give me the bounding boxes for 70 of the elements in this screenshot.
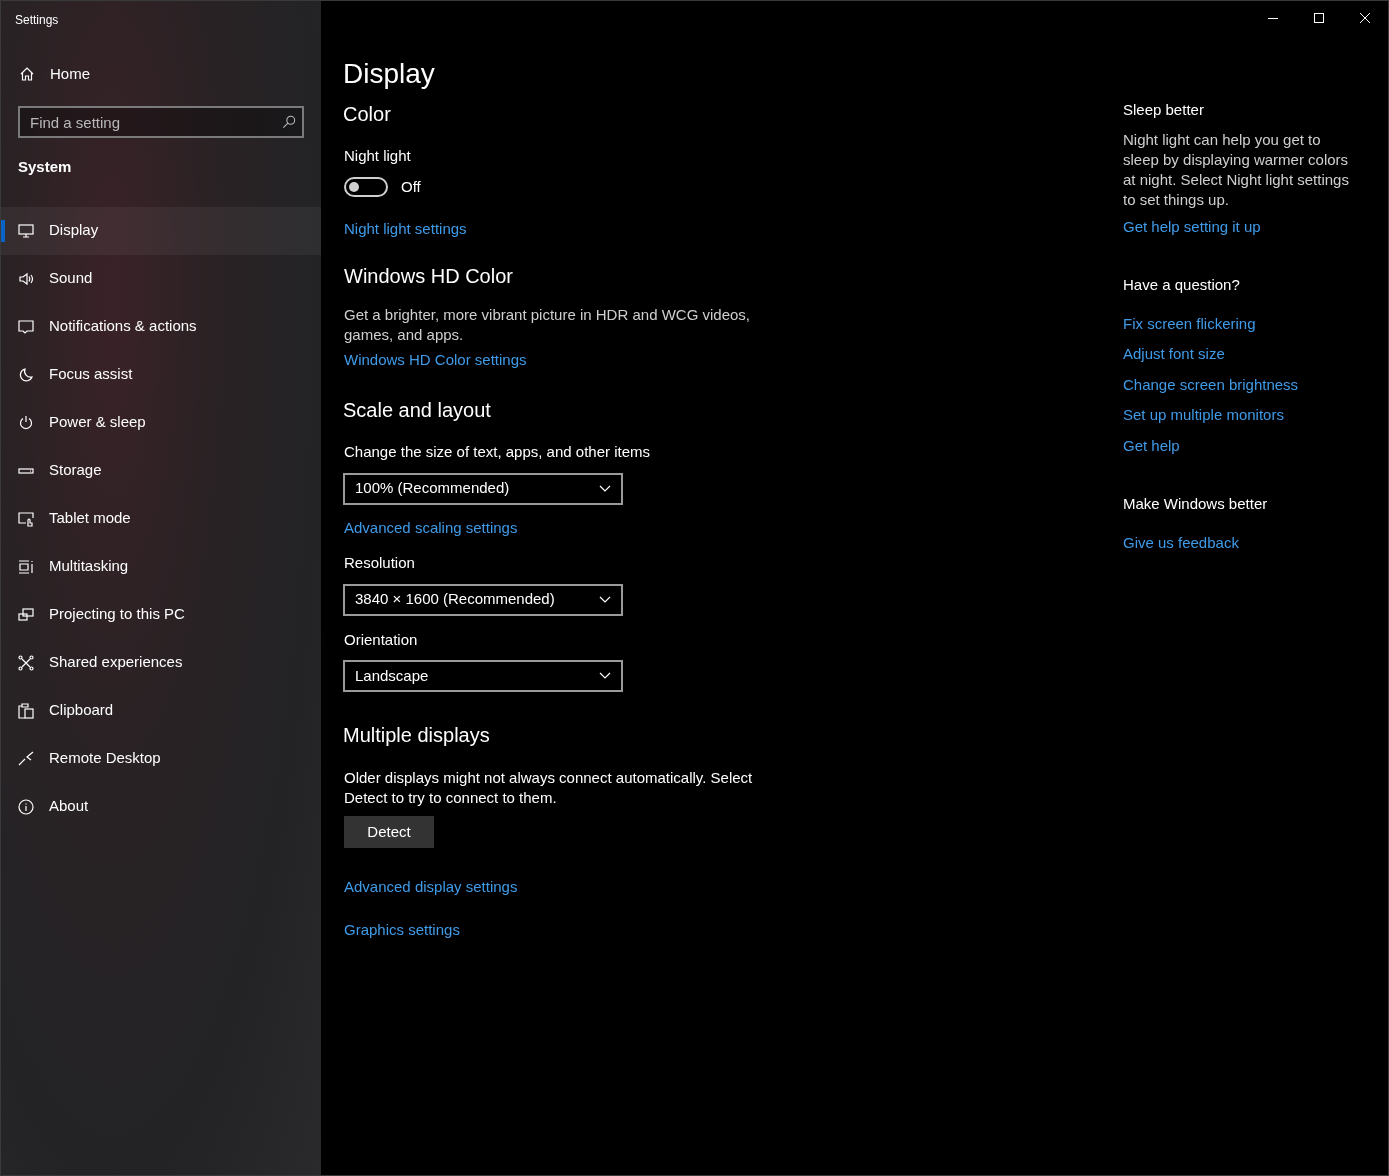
link[interactable]: Adjust font size — [1123, 343, 1225, 366]
description-text: Get a brighter, more vibrant picture in HDR and WCG videos, games, and apps. — [344, 304, 751, 345]
sidebar-item[interactable]: Clipboard — [1, 686, 321, 735]
sidebar-item[interactable]: Tablet mode — [1, 494, 321, 543]
monitor-icon — [18, 222, 34, 239]
field-label: Change the size of text, apps, and other items — [344, 442, 650, 462]
dropdown[interactable]: 100% (Recommended) — [343, 472, 623, 505]
minimize-icon — [1268, 17, 1278, 19]
field-label: Orientation — [344, 629, 418, 650]
tablet-icon — [18, 510, 34, 527]
window-title: Settings — [14, 12, 60, 29]
speaker-icon — [18, 270, 34, 287]
link[interactable]: Change screen brightness — [1123, 373, 1299, 396]
field-label: Resolution — [344, 553, 415, 573]
link[interactable]: Fix screen flickering — [1123, 312, 1256, 335]
sidebar-item[interactable]: Storage — [1, 446, 321, 495]
link[interactable]: Graphics settings — [344, 918, 460, 941]
home-item[interactable]: Home — [1, 54, 321, 94]
maximize-icon — [1314, 13, 1324, 23]
description-text: Older displays might not always connect automatically. Select Detect to try to connect to them. — [344, 768, 754, 808]
sidebar-item[interactable]: Focus assist — [1, 350, 321, 399]
section-heading: Windows HD Color — [344, 263, 513, 289]
aside-heading: Sleep better — [1123, 100, 1204, 120]
page-title: Display — [343, 57, 435, 91]
link[interactable]: Set up multiple monitors — [1123, 404, 1284, 427]
link[interactable]: Night light settings — [344, 218, 467, 241]
sidebar-item[interactable]: Notifications & actions — [1, 302, 321, 351]
moon-icon — [18, 366, 34, 383]
power-icon — [18, 414, 34, 431]
chevron-down-icon — [599, 672, 611, 680]
sidebar-item[interactable]: Remote Desktop — [1, 734, 321, 783]
link[interactable]: Get help — [1123, 434, 1180, 457]
close-icon — [1360, 13, 1370, 23]
dropdown[interactable]: 3840 × 1600 (Recommended) — [343, 583, 623, 616]
section-heading: System — [17, 157, 72, 177]
sidebar-item[interactable]: Sound — [1, 254, 321, 303]
windows-stack-icon — [18, 558, 34, 575]
section-heading: Scale and layout — [343, 398, 491, 423]
toggle-switch[interactable] — [344, 176, 388, 197]
link[interactable]: Get help setting it up — [1123, 215, 1261, 238]
aside-text: Night light can help you get to sleep by displaying warmer colors at night. Select Night light settings to set things up. — [1123, 129, 1350, 210]
sidebar-item[interactable]: Power & sleep — [1, 398, 321, 447]
link[interactable]: Give us feedback — [1123, 531, 1239, 554]
link[interactable]: Advanced scaling settings — [344, 516, 518, 539]
home-icon — [19, 66, 35, 82]
sidebar-item[interactable]: Multitasking — [1, 542, 321, 591]
sidebar-item[interactable]: Projecting to this PC — [1, 590, 321, 639]
link[interactable]: Advanced display settings — [344, 876, 518, 899]
detect-button[interactable]: Detect — [344, 816, 434, 848]
toggle-state: Off — [401, 176, 421, 197]
info-icon — [18, 798, 34, 815]
sidebar-item[interactable]: About — [1, 782, 321, 831]
network-nodes-icon — [18, 654, 34, 671]
field-label: Night light — [344, 146, 411, 166]
projector-screens-icon — [18, 606, 34, 623]
search-icon — [282, 115, 296, 129]
section-heading: Color — [343, 102, 391, 127]
search-field[interactable]: Find a setting — [18, 106, 304, 138]
aside-heading: Have a question? — [1123, 275, 1240, 295]
chevron-down-icon — [599, 595, 611, 604]
sidebar-item[interactable]: Display — [1, 206, 321, 255]
clipboard-icon — [18, 702, 34, 719]
sidebar-item[interactable]: Shared experiences — [1, 638, 321, 687]
remote-arrows-icon — [18, 750, 34, 767]
speech-bubble-icon — [18, 318, 34, 335]
link[interactable]: Windows HD Color settings — [344, 348, 527, 371]
dropdown[interactable]: Landscape — [343, 660, 623, 692]
chevron-down-icon — [599, 484, 611, 493]
section-heading: Multiple displays — [343, 723, 490, 748]
aside-heading: Make Windows better — [1123, 494, 1268, 514]
